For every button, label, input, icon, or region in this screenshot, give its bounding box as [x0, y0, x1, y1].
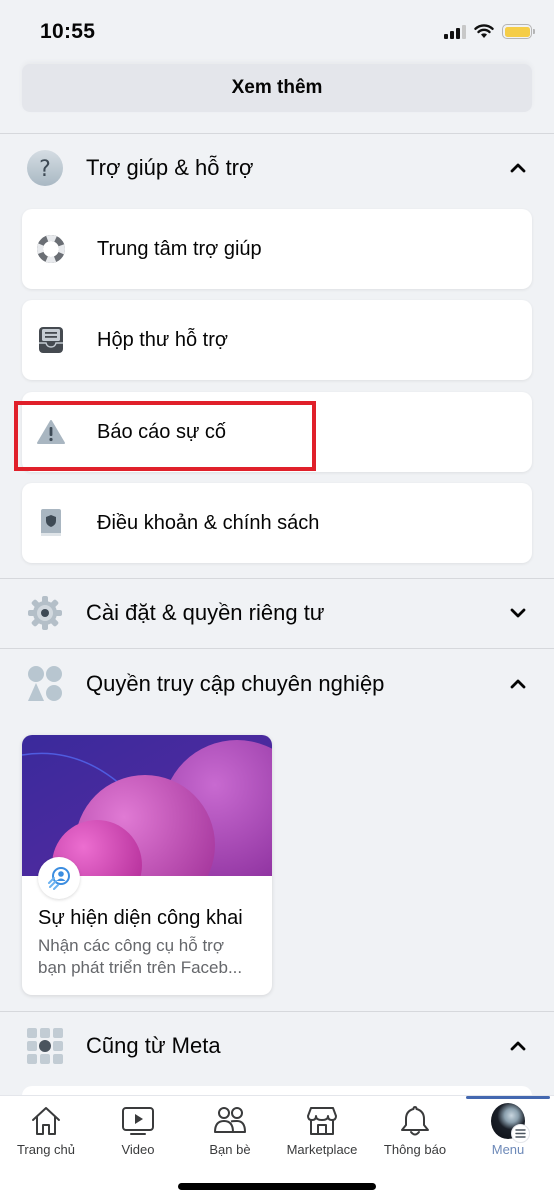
divider: [0, 133, 554, 134]
menu-item-terms-policies[interactable]: Điều khoản & chính sách: [22, 483, 532, 563]
cellular-signal-icon: [444, 24, 466, 39]
section-title-help: Trợ giúp & hỗ trợ: [86, 155, 254, 180]
tab-friends[interactable]: Bạn bè: [184, 1096, 276, 1166]
friends-icon: [213, 1104, 247, 1138]
status-icons: [444, 24, 535, 39]
people-grid-icon: [26, 665, 64, 703]
section-header-settings[interactable]: Cài đặt & quyền riêng tư: [0, 581, 554, 645]
home-indicator: [178, 1183, 376, 1190]
chevron-down-icon[interactable]: [506, 601, 530, 625]
tab-label: Marketplace: [286, 1142, 358, 1157]
promo-title: Sự hiện diện công khai: [38, 907, 243, 929]
promo-description-line: Nhận các công cụ hỗ trợ: [38, 936, 224, 955]
tab-marketplace[interactable]: Marketplace: [276, 1096, 368, 1166]
menu-lines-icon: [511, 1124, 530, 1143]
tab-home[interactable]: Trang chủ: [0, 1096, 92, 1166]
tab-video[interactable]: Video: [92, 1096, 184, 1166]
tab-label: Video: [121, 1142, 155, 1157]
tab-label: Trang chủ: [16, 1142, 76, 1157]
promo-description: Nhận các công cụ hỗ trợ bạn phát triển t…: [38, 935, 264, 979]
tab-label: Bạn bè: [209, 1142, 251, 1157]
section-title-professional: Quyền truy cập chuyên nghiệp: [86, 671, 385, 696]
svg-text:?: ?: [39, 157, 51, 182]
menu-item-label: Điều khoản & chính sách: [97, 511, 320, 534]
tab-menu[interactable]: Menu: [462, 1096, 554, 1166]
chevron-up-icon[interactable]: [506, 1034, 530, 1058]
tab-label: Menu: [491, 1142, 525, 1157]
section-title-settings: Cài đặt & quyền riêng tư: [86, 600, 325, 625]
divider: [0, 648, 554, 649]
avatar: [491, 1103, 530, 1143]
divider: [0, 1011, 554, 1012]
battery-fill: [504, 26, 530, 37]
inbox-tray-icon: [36, 325, 66, 355]
tab-notifications[interactable]: Thông báo: [368, 1096, 462, 1166]
menu-item-label: Hộp thư hỗ trợ: [97, 328, 229, 351]
see-more-button[interactable]: Xem thêm: [22, 64, 532, 112]
video-icon: [121, 1104, 155, 1138]
battery-icon: [502, 24, 535, 39]
status-time: 10:55: [40, 20, 96, 43]
shield-book-icon: [36, 508, 66, 538]
section-title-meta: Cũng từ Meta: [86, 1033, 221, 1058]
app-grid-icon: [26, 1027, 64, 1065]
marketplace-icon: [305, 1104, 339, 1138]
status-bar: 10:55: [0, 0, 554, 66]
menu-item-report-problem[interactable]: Báo cáo sự cố: [22, 392, 532, 472]
lifebuoy-icon: [36, 234, 66, 264]
section-header-help[interactable]: ? Trợ giúp & hỗ trợ: [0, 136, 554, 200]
tab-label: Thông báo: [383, 1142, 447, 1157]
promo-banner-image: [22, 735, 272, 876]
promo-description-line: bạn phát triển trên Faceb...: [38, 958, 243, 977]
menu-item-label: Báo cáo sự cố: [97, 420, 227, 443]
divider: [0, 578, 554, 579]
public-presence-card[interactable]: Sự hiện diện công khai Nhận các công cụ …: [22, 735, 272, 995]
section-header-professional[interactable]: Quyền truy cập chuyên nghiệp: [0, 652, 554, 716]
question-circle-icon: ?: [26, 149, 64, 187]
menu-item-help-center[interactable]: Trung tâm trợ giúp: [22, 209, 532, 289]
section-header-meta[interactable]: Cũng từ Meta: [0, 1014, 554, 1078]
avatar-menu-icon: [491, 1103, 530, 1143]
wifi-icon: [474, 24, 494, 38]
home-icon: [29, 1104, 63, 1138]
chevron-up-icon[interactable]: [506, 156, 530, 180]
menu-item-support-inbox[interactable]: Hộp thư hỗ trợ: [22, 300, 532, 380]
menu-item-label: Trung tâm trợ giúp: [97, 237, 262, 260]
rocket-profile-icon: [38, 857, 80, 899]
bell-icon: [398, 1104, 432, 1138]
gear-icon: [26, 594, 64, 632]
warning-triangle-icon: [36, 417, 66, 447]
chevron-up-icon[interactable]: [506, 672, 530, 696]
